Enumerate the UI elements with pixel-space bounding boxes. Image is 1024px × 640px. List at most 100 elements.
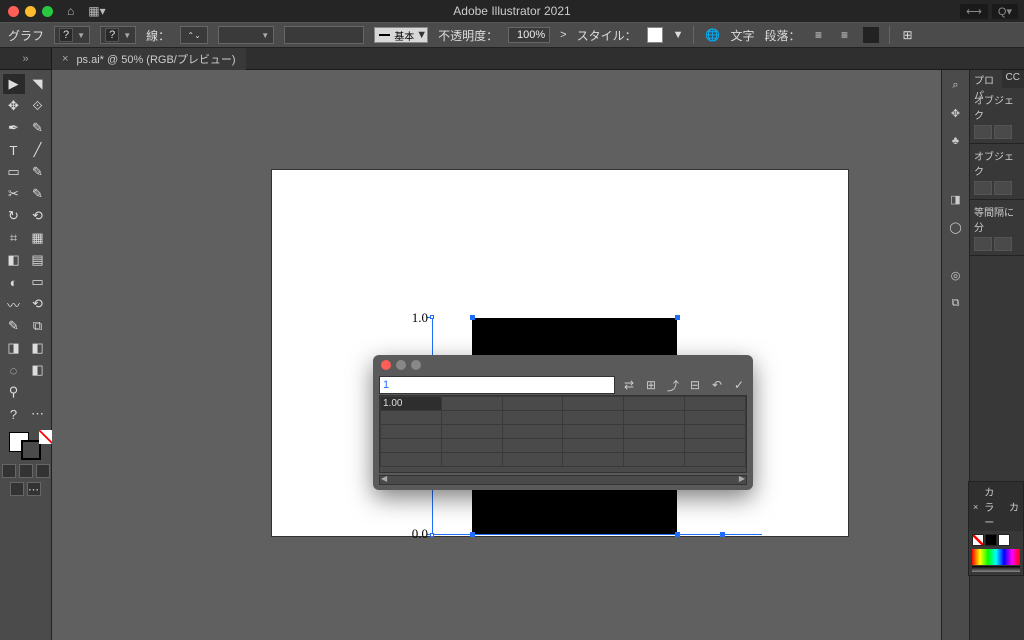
tab-cc[interactable]: CC: [1002, 70, 1024, 88]
color-panel-close-icon[interactable]: ×: [973, 502, 978, 512]
tool-28[interactable]: ⚲: [3, 382, 25, 402]
fill-dropdown[interactable]: ?▼: [54, 26, 90, 44]
cell-input[interactable]: [379, 376, 615, 394]
dialog-titlebar[interactable]: [373, 355, 753, 375]
space-icon-1[interactable]: [974, 237, 992, 251]
revert-icon[interactable]: ↶: [709, 377, 725, 393]
color-panel-tab2[interactable]: カ: [1009, 499, 1019, 514]
tool-27[interactable]: ◧: [27, 360, 49, 380]
swatch-black[interactable]: [985, 534, 997, 546]
expand-icon[interactable]: ⟷: [960, 4, 988, 19]
tool-15[interactable]: ▦: [27, 228, 49, 248]
tool-0[interactable]: ▶: [3, 74, 25, 94]
stroke-style-dropdown[interactable]: 基本▼: [374, 27, 428, 43]
tool-25[interactable]: ◧: [27, 338, 49, 358]
tool-7[interactable]: ╱: [27, 140, 49, 160]
stroke-weight-stepper[interactable]: ⌃⌄: [180, 26, 208, 44]
panel-icon-appearance[interactable]: ◨: [947, 190, 965, 208]
tool-21[interactable]: ⟲: [27, 294, 49, 314]
tool-29[interactable]: [27, 382, 49, 402]
tool-20[interactable]: 〰: [3, 294, 25, 314]
screen-mode-icon[interactable]: [10, 482, 24, 496]
color-panel: × カラー カ: [968, 481, 1024, 576]
space-icon-2[interactable]: [994, 237, 1012, 251]
align-right-icon[interactable]: ≡: [863, 27, 879, 43]
dist-icon-2[interactable]: [994, 181, 1012, 195]
close-tab-icon[interactable]: ×: [62, 53, 68, 65]
stroke-color-dropdown[interactable]: ?▼: [100, 26, 136, 44]
dialog-scrollbar[interactable]: [379, 475, 747, 485]
dist-icon-1[interactable]: [974, 181, 992, 195]
fill-stroke-swatch[interactable]: [7, 430, 45, 460]
stroke-profile-dropdown[interactable]: ▼: [218, 26, 274, 44]
globe-icon[interactable]: 🌐: [704, 27, 720, 43]
tool-16[interactable]: ◧: [3, 250, 25, 270]
transpose-icon[interactable]: ⊞: [643, 377, 659, 393]
panel-icon-suits[interactable]: ♣: [947, 132, 965, 150]
apply-icon[interactable]: ✓: [731, 377, 747, 393]
tool-5[interactable]: ✎: [27, 118, 49, 138]
paragraph-label[interactable]: 段落：: [765, 27, 801, 44]
tool-13[interactable]: ⟲: [27, 206, 49, 226]
data-grid[interactable]: 1.00: [379, 395, 747, 473]
character-label[interactable]: 文字: [730, 27, 754, 44]
tool-8[interactable]: ▭: [3, 162, 25, 182]
opacity-dropdown-icon[interactable]: >: [560, 29, 566, 41]
align-left-icon[interactable]: ≡: [811, 27, 827, 43]
search-dropdown[interactable]: Q▾: [992, 4, 1018, 19]
color-brightness-bar[interactable]: [972, 566, 1020, 572]
tool-17[interactable]: ▤: [27, 250, 49, 270]
align-icon-2[interactable]: [994, 125, 1012, 139]
panel-icon-color[interactable]: ◎: [947, 266, 965, 284]
none-swatch[interactable]: [39, 430, 53, 444]
titlebar: ⌂ ▦▾ Adobe Illustrator 2021 ⟷ Q▾: [0, 0, 1024, 22]
tool-6[interactable]: T: [3, 140, 25, 160]
tool-4[interactable]: ✒: [3, 118, 25, 138]
draw-mode-icon[interactable]: [36, 464, 50, 478]
tool-12[interactable]: ↻: [3, 206, 25, 226]
swatch-none-icon[interactable]: [972, 534, 984, 546]
tool-23[interactable]: ⧉: [27, 316, 49, 336]
opacity-field[interactable]: [508, 27, 550, 43]
align-icon-1[interactable]: [974, 125, 992, 139]
switch-xy-icon[interactable]: ⤴: [665, 377, 681, 393]
swatch-white[interactable]: [998, 534, 1010, 546]
tool-14[interactable]: ⌗: [3, 228, 25, 248]
cell-a1[interactable]: 1.00: [381, 397, 442, 411]
brush-dropdown[interactable]: [284, 26, 364, 44]
panel-icon-styles[interactable]: ◯: [947, 218, 965, 236]
dialog-minimize-icon: [396, 360, 406, 370]
tool-2[interactable]: ✥: [3, 96, 25, 116]
color-panel-title[interactable]: カラー: [984, 484, 1003, 529]
tool-10[interactable]: ✂: [3, 184, 25, 204]
panel-icon-transform[interactable]: ✥: [947, 104, 965, 122]
tool-24[interactable]: ◨: [3, 338, 25, 358]
tab-properties[interactable]: プロパ: [970, 70, 1002, 88]
tool-19[interactable]: ▭: [27, 272, 49, 292]
tool-22[interactable]: ✎: [3, 316, 25, 336]
tool-3[interactable]: ⟐: [27, 96, 49, 116]
canvas[interactable]: 1.0 0.5 0.0 ⇄ ⊞: [52, 70, 941, 640]
document-tab[interactable]: × ps.ai* @ 50% (RGB/プレビュー): [52, 48, 246, 70]
align-to-icon[interactable]: ⊞: [900, 27, 916, 43]
tool-18[interactable]: ◐: [3, 272, 25, 292]
tool-30[interactable]: ?: [3, 404, 25, 424]
color-spectrum[interactable]: [972, 549, 1020, 565]
align-center-icon[interactable]: ≡: [837, 27, 853, 43]
color-mode-icon[interactable]: [2, 464, 16, 478]
gradient-mode-icon[interactable]: [19, 464, 33, 478]
cell-style-icon[interactable]: ⊟: [687, 377, 703, 393]
tool-1[interactable]: ◥: [27, 74, 49, 94]
panel-icon-artboards[interactable]: ⧉: [947, 294, 965, 312]
panel-icon-libraries[interactable]: ⌕: [947, 76, 965, 94]
tool-31[interactable]: ⋯: [27, 404, 49, 424]
import-data-icon[interactable]: ⇄: [621, 377, 637, 393]
edit-toolbar-icon[interactable]: ⋯: [27, 482, 41, 496]
graphic-style-swatch[interactable]: [647, 27, 663, 43]
stroke-swatch[interactable]: [21, 440, 41, 460]
tab-collapse-icon[interactable]: »: [0, 48, 52, 70]
tool-9[interactable]: ✎: [27, 162, 49, 182]
dialog-close-icon[interactable]: [381, 360, 391, 370]
tool-26[interactable]: ◌: [3, 360, 25, 380]
tool-11[interactable]: ✎: [27, 184, 49, 204]
